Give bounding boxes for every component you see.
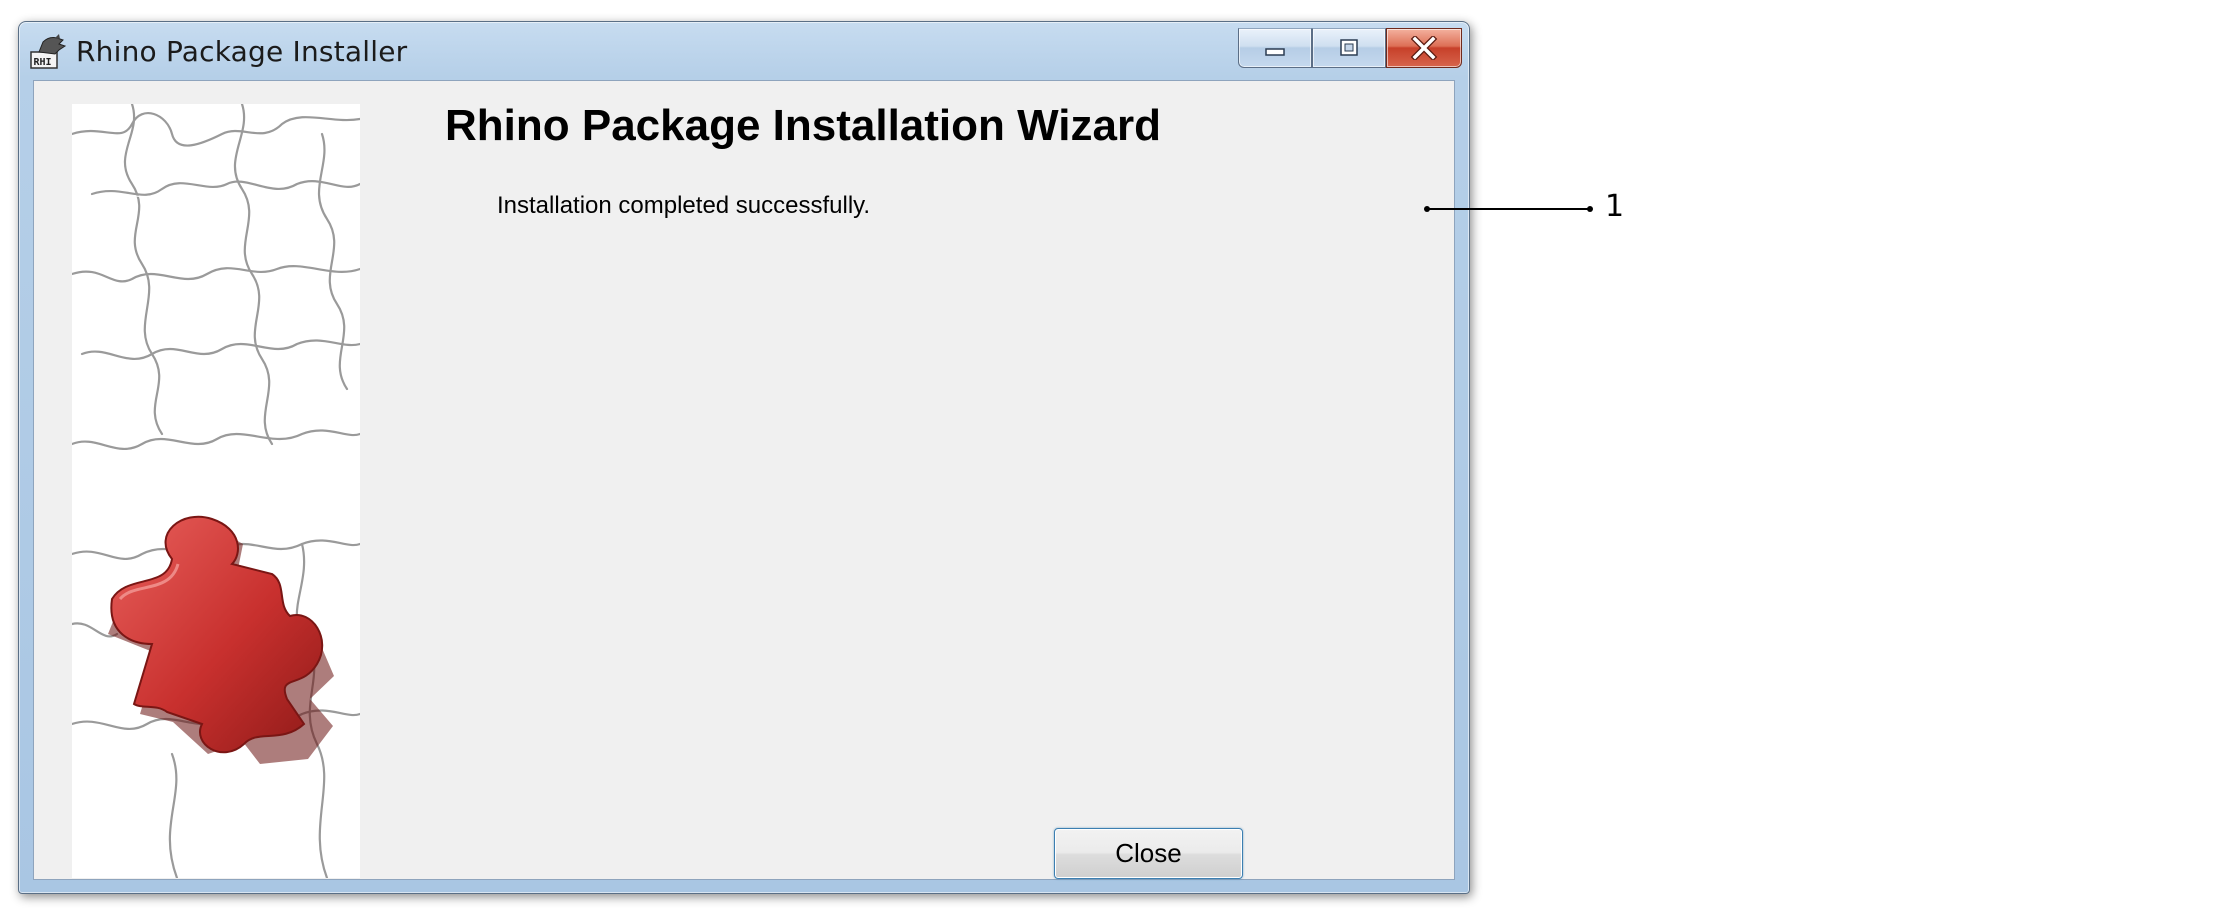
wizard-heading: Rhino Package Installation Wizard <box>445 101 1161 150</box>
close-icon <box>1410 36 1438 60</box>
caption-buttons <box>1238 28 1462 68</box>
wizard-client-area: Rhino Package Installation Wizard Instal… <box>33 80 1455 880</box>
callout-label: 1 <box>1605 189 1625 224</box>
installer-window: RHI Rhino Package Installer Rhino Packag… <box>18 21 1470 894</box>
side-image-panel <box>72 104 360 878</box>
close-window-button[interactable] <box>1386 28 1462 68</box>
status-message: Installation completed successfully. <box>497 192 871 219</box>
window-title: Rhino Package Installer <box>76 35 408 68</box>
maximize-button[interactable] <box>1312 28 1386 68</box>
callout-end-dot <box>1587 206 1593 212</box>
close-button[interactable]: Close <box>1054 828 1243 879</box>
minimize-icon <box>1265 48 1285 56</box>
callout-line <box>1427 208 1590 210</box>
app-icon-text: RHI <box>34 57 52 68</box>
rhino-app-icon: RHI <box>30 34 67 69</box>
maximize-icon <box>1340 39 1358 56</box>
puzzle-image <box>72 104 360 878</box>
title-bar[interactable]: RHI Rhino Package Installer <box>19 22 1469 79</box>
minimize-button[interactable] <box>1238 28 1312 68</box>
